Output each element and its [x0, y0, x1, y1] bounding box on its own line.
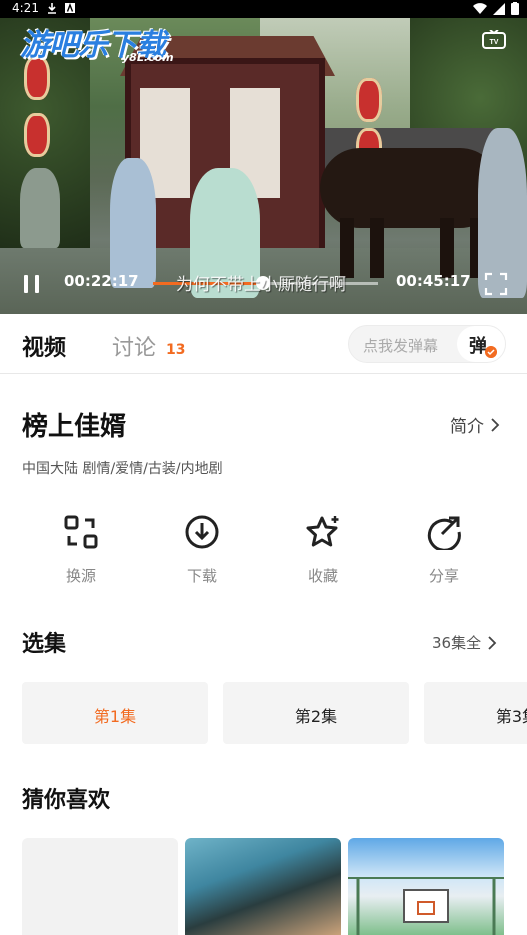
- lantern: [24, 113, 50, 157]
- tab-bar: 视频 讨论 13 点我发弹幕 弹: [0, 314, 527, 374]
- discuss-count-badge: 13: [166, 342, 186, 358]
- show-tags: 中国大陆 剧情/爱情/古装/内地剧: [22, 461, 223, 477]
- video-player[interactable]: 游吧乐下载 y8L.com TV 00:22:17 为何不带上小厮随行啊 00:…: [0, 18, 527, 314]
- episodes-total: 36集全: [432, 634, 482, 652]
- episode-label: 第1集: [93, 707, 137, 726]
- danmaku-input[interactable]: 点我发弹幕 弹: [348, 325, 506, 363]
- episode-list: 第1集 第2集 第3集: [22, 682, 527, 744]
- lantern: [356, 78, 382, 122]
- episode-item[interactable]: 第3集: [424, 682, 527, 744]
- action-row: 换源 下载 收藏 分享: [0, 510, 527, 590]
- action-label: 换源: [65, 567, 96, 585]
- intro-link[interactable]: 简介: [450, 412, 500, 437]
- download-status-icon: [48, 3, 56, 14]
- chevron-right-icon: [491, 417, 500, 432]
- watermark-logo-sub: y8L.com: [122, 51, 174, 64]
- player-controls: 00:22:17 为何不带上小厮随行啊 00:45:17: [0, 268, 527, 314]
- show-title: 榜上佳婿: [22, 412, 127, 442]
- download-icon: [185, 515, 219, 549]
- episode-item[interactable]: 第1集: [22, 682, 208, 744]
- video-frame-horse: [320, 148, 500, 228]
- chevron-right-icon: [488, 635, 497, 650]
- app-notification-icon: [65, 3, 75, 13]
- episode-label: 第3集: [495, 707, 527, 726]
- switch-source-button[interactable]: 换源: [41, 510, 121, 590]
- wifi-icon: [473, 2, 487, 14]
- basketball-hoop-image: [348, 877, 504, 935]
- danmaku-toggle-label: 弹: [469, 336, 487, 357]
- svg-text:TV: TV: [490, 39, 499, 46]
- danmaku-placeholder: 点我发弹幕: [363, 337, 439, 355]
- episode-item[interactable]: 第2集: [223, 682, 409, 744]
- star-icon: [306, 516, 339, 547]
- status-time: 4:21: [12, 1, 39, 15]
- share-icon: [427, 516, 461, 550]
- recommend-poster[interactable]: [348, 838, 504, 935]
- tab-video[interactable]: 视频: [22, 330, 66, 362]
- pause-icon[interactable]: [22, 273, 42, 295]
- tab-discuss[interactable]: 讨论: [112, 330, 156, 362]
- current-time: 00:22:17: [64, 272, 139, 290]
- action-label: 收藏: [307, 567, 338, 585]
- danmaku-toggle-button[interactable]: 弹: [457, 326, 505, 362]
- episodes-title: 选集: [22, 632, 67, 657]
- intro-label: 简介: [450, 417, 484, 437]
- episodes-total-link[interactable]: 36集全: [432, 632, 497, 653]
- duration-time: 00:45:17: [396, 272, 471, 290]
- status-right-icons: [473, 2, 519, 15]
- battery-icon: [511, 2, 519, 15]
- danmaku-comment: 为何不带上小厮随行啊: [176, 275, 346, 295]
- recommend-poster[interactable]: [22, 838, 178, 935]
- recommend-title: 猜你喜欢: [22, 788, 111, 813]
- signal-icon: [493, 2, 505, 15]
- recommend-poster[interactable]: [185, 838, 341, 935]
- favorite-button[interactable]: 收藏: [283, 510, 363, 590]
- switch-source-icon: [64, 515, 98, 549]
- status-bar: 4:21: [0, 0, 527, 18]
- fullscreen-icon[interactable]: [484, 272, 508, 296]
- episode-label: 第2集: [294, 707, 338, 726]
- video-frame-person: [20, 168, 60, 248]
- action-label: 下载: [186, 567, 217, 585]
- check-icon: [485, 346, 497, 358]
- download-button[interactable]: 下载: [162, 510, 242, 590]
- recommend-list: [22, 838, 527, 935]
- share-button[interactable]: 分享: [404, 510, 484, 590]
- tv-cast-icon[interactable]: TV: [482, 30, 506, 50]
- action-label: 分享: [428, 567, 459, 585]
